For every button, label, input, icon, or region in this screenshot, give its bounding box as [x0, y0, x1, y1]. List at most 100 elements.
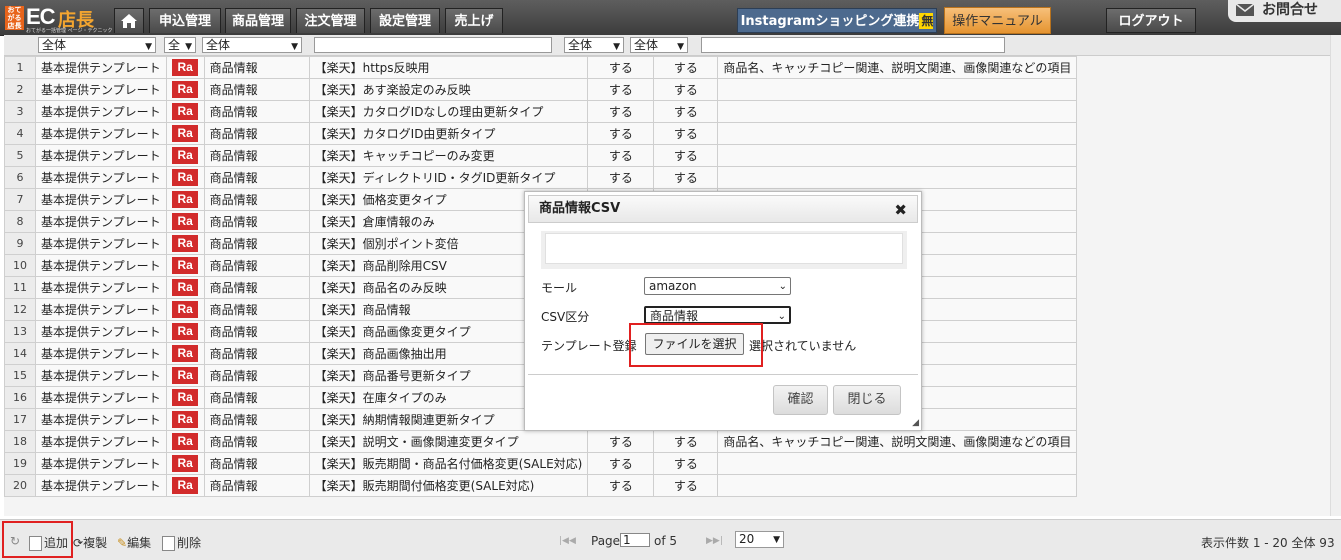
- rakuten-badge: Ra: [172, 257, 198, 274]
- csv-type-select[interactable]: 商品情報 ⌄: [644, 306, 791, 324]
- first-page-icon[interactable]: |◀◀: [559, 536, 576, 546]
- instagram-shopping-link[interactable]: Instagramショッピング連携無料: [737, 8, 937, 54]
- flag-a-cell: する: [587, 452, 655, 475]
- csv-type-cell: 商品情報: [203, 144, 310, 167]
- pager-bar: ↻ 追加 ⟳複製 ✎編集 削除 |◀◀ Page 1 of 5 ▶▶| 20 ▼ …: [0, 519, 1341, 560]
- table-row[interactable]: 4 基本提供テンプレート Ra 商品情報 【楽天】カタログID由更新タイプ する する: [4, 122, 1078, 145]
- mall-cell: Ra: [165, 342, 205, 365]
- close-button[interactable]: 閉じる: [833, 385, 901, 415]
- template-type-cell: 基本提供テンプレート: [35, 210, 167, 233]
- table-row[interactable]: 1 基本提供テンプレート Ra 商品情報 【楽天】https反映用 する する 商品名、キャッ…: [4, 56, 1078, 79]
- filter-col6-value: 全体: [634, 38, 659, 52]
- row-number: 18: [4, 430, 36, 453]
- confirm-button[interactable]: 確認: [773, 385, 828, 415]
- home-icon: [121, 14, 137, 28]
- filter-note-input[interactable]: [701, 37, 1005, 53]
- rakuten-badge: Ra: [172, 411, 198, 428]
- edit-button[interactable]: ✎編集: [117, 534, 151, 551]
- delete-icon: [162, 536, 175, 551]
- csv-type-label: CSV区分: [541, 310, 590, 324]
- table-row[interactable]: 3 基本提供テンプレート Ra 商品情報 【楽天】カタログIDなしの理由更新タイプ するす…: [4, 100, 1078, 123]
- note-cell: [717, 144, 1078, 167]
- rakuten-badge: Ra: [172, 169, 198, 186]
- filter-type-value: 全体: [42, 38, 67, 52]
- mall-cell: Ra: [165, 210, 205, 233]
- nav-home-button[interactable]: [114, 8, 144, 33]
- mall-cell: Ra: [165, 122, 205, 145]
- rakuten-badge: Ra: [172, 279, 198, 296]
- csv-type-cell: 商品情報: [203, 452, 310, 475]
- table-row[interactable]: 19 基本提供テンプレート Ra 商品情報 【楽天】販売期間・商品名付価格変更(SALE…: [4, 452, 1078, 475]
- template-type-cell: 基本提供テンプレート: [35, 122, 167, 145]
- mall-cell: Ra: [165, 144, 205, 167]
- row-number: 3: [4, 100, 36, 123]
- rakuten-badge: Ra: [172, 147, 198, 164]
- rakuten-badge: Ra: [172, 433, 198, 450]
- nav-applications[interactable]: 申込管理: [149, 8, 221, 33]
- rakuten-badge: Ra: [172, 81, 198, 98]
- csv-type-cell: 商品情報: [203, 408, 310, 431]
- chevron-down-icon: ▼: [613, 42, 620, 52]
- page-prefix: Page: [591, 534, 621, 548]
- flag-b-cell: する: [653, 452, 719, 475]
- resize-grip-icon[interactable]: ◢: [912, 418, 919, 428]
- csv-type-cell: 商品情報: [203, 364, 310, 387]
- chevron-down-icon: ⌄: [777, 311, 786, 322]
- filter-name-input[interactable]: [314, 37, 552, 53]
- filter-col5-select[interactable]: 全体 ▼: [564, 37, 624, 53]
- rakuten-badge: Ra: [172, 125, 198, 142]
- mall-cell: Ra: [165, 100, 205, 123]
- row-number: 1: [4, 56, 36, 79]
- flag-a-cell: する: [587, 56, 655, 79]
- nav-orders[interactable]: 注文管理: [296, 8, 365, 33]
- table-row[interactable]: 2 基本提供テンプレート Ra 商品情報 【楽天】あす楽設定のみ反映 する する: [4, 78, 1078, 101]
- filter-mall-select[interactable]: 全 ▼: [164, 37, 196, 53]
- filter-csv-select[interactable]: 全体 ▼: [202, 37, 302, 53]
- contact-label: お問合せ: [1262, 2, 1318, 18]
- last-page-icon[interactable]: ▶▶|: [706, 536, 723, 546]
- edit-icon: ✎: [117, 536, 128, 550]
- contact-button[interactable]: お問合せ: [1228, 0, 1341, 22]
- table-row[interactable]: 6 基本提供テンプレート Ra 商品情報 【楽天】ディレクトリID・タグID更新タイプす…: [4, 166, 1078, 189]
- chevron-down-icon: ▼: [145, 42, 152, 52]
- manual-button[interactable]: 操作マニュアル: [944, 7, 1051, 34]
- rows-per-page-select[interactable]: 20 ▼: [735, 531, 784, 548]
- nav-settings[interactable]: 設定管理: [370, 8, 440, 33]
- app-logo[interactable]: おてがる店長 EC 店長 おてがる一括管理 ページ・テクニック: [2, 3, 113, 34]
- filter-type-select[interactable]: 全体 ▼: [38, 37, 156, 53]
- dialog-title: 商品情報CSV: [539, 201, 621, 216]
- rakuten-badge: Ra: [172, 59, 198, 76]
- rows-per-page-value: 20: [739, 532, 755, 546]
- nav-sales[interactable]: 売上げ: [445, 8, 503, 33]
- filter-col5-value: 全体: [568, 38, 593, 52]
- template-name-cell: 【楽天】カタログID由更新タイプ: [308, 122, 589, 145]
- template-type-cell: 基本提供テンプレート: [35, 276, 167, 299]
- csv-type-cell: 商品情報: [203, 386, 310, 409]
- mall-cell: Ra: [165, 188, 205, 211]
- filter-col6-select[interactable]: 全体 ▼: [630, 37, 688, 53]
- edit-label: 編集: [127, 536, 152, 550]
- mall-select[interactable]: amazon ⌄: [644, 277, 791, 295]
- mall-select-value: amazon: [649, 279, 697, 293]
- table-row[interactable]: 18 基本提供テンプレート Ra 商品情報 【楽天】説明文・画像関連変更タイプ する する商…: [4, 430, 1078, 453]
- page-number-input[interactable]: 1: [620, 533, 650, 547]
- csv-type-cell: 商品情報: [203, 320, 310, 343]
- copy-button[interactable]: ⟳複製: [73, 534, 107, 551]
- flag-b-cell: する: [653, 100, 719, 123]
- logout-button[interactable]: ログアウト: [1106, 8, 1196, 33]
- vertical-scrollbar[interactable]: [1330, 35, 1341, 516]
- delete-button[interactable]: 削除: [162, 534, 201, 551]
- delete-label: 削除: [177, 536, 202, 550]
- nav-products[interactable]: 商品管理: [225, 8, 291, 33]
- csv-type-cell: 商品情報: [203, 166, 310, 189]
- csv-type-cell: 商品情報: [203, 430, 310, 453]
- close-icon[interactable]: ✖: [894, 197, 907, 223]
- flag-b-cell: する: [653, 122, 719, 145]
- rakuten-badge: Ra: [172, 191, 198, 208]
- template-type-cell: 基本提供テンプレート: [35, 232, 167, 255]
- template-type-cell: 基本提供テンプレート: [35, 144, 167, 167]
- dialog-titlebar[interactable]: 商品情報CSV ✖: [528, 195, 918, 223]
- table-row[interactable]: 5 基本提供テンプレート Ra 商品情報 【楽天】キャッチコピーのみ変更 する する: [4, 144, 1078, 167]
- table-row[interactable]: 20 基本提供テンプレート Ra 商品情報 【楽天】販売期間付価格変更(SALE対応) す…: [4, 474, 1078, 497]
- mall-cell: Ra: [165, 78, 205, 101]
